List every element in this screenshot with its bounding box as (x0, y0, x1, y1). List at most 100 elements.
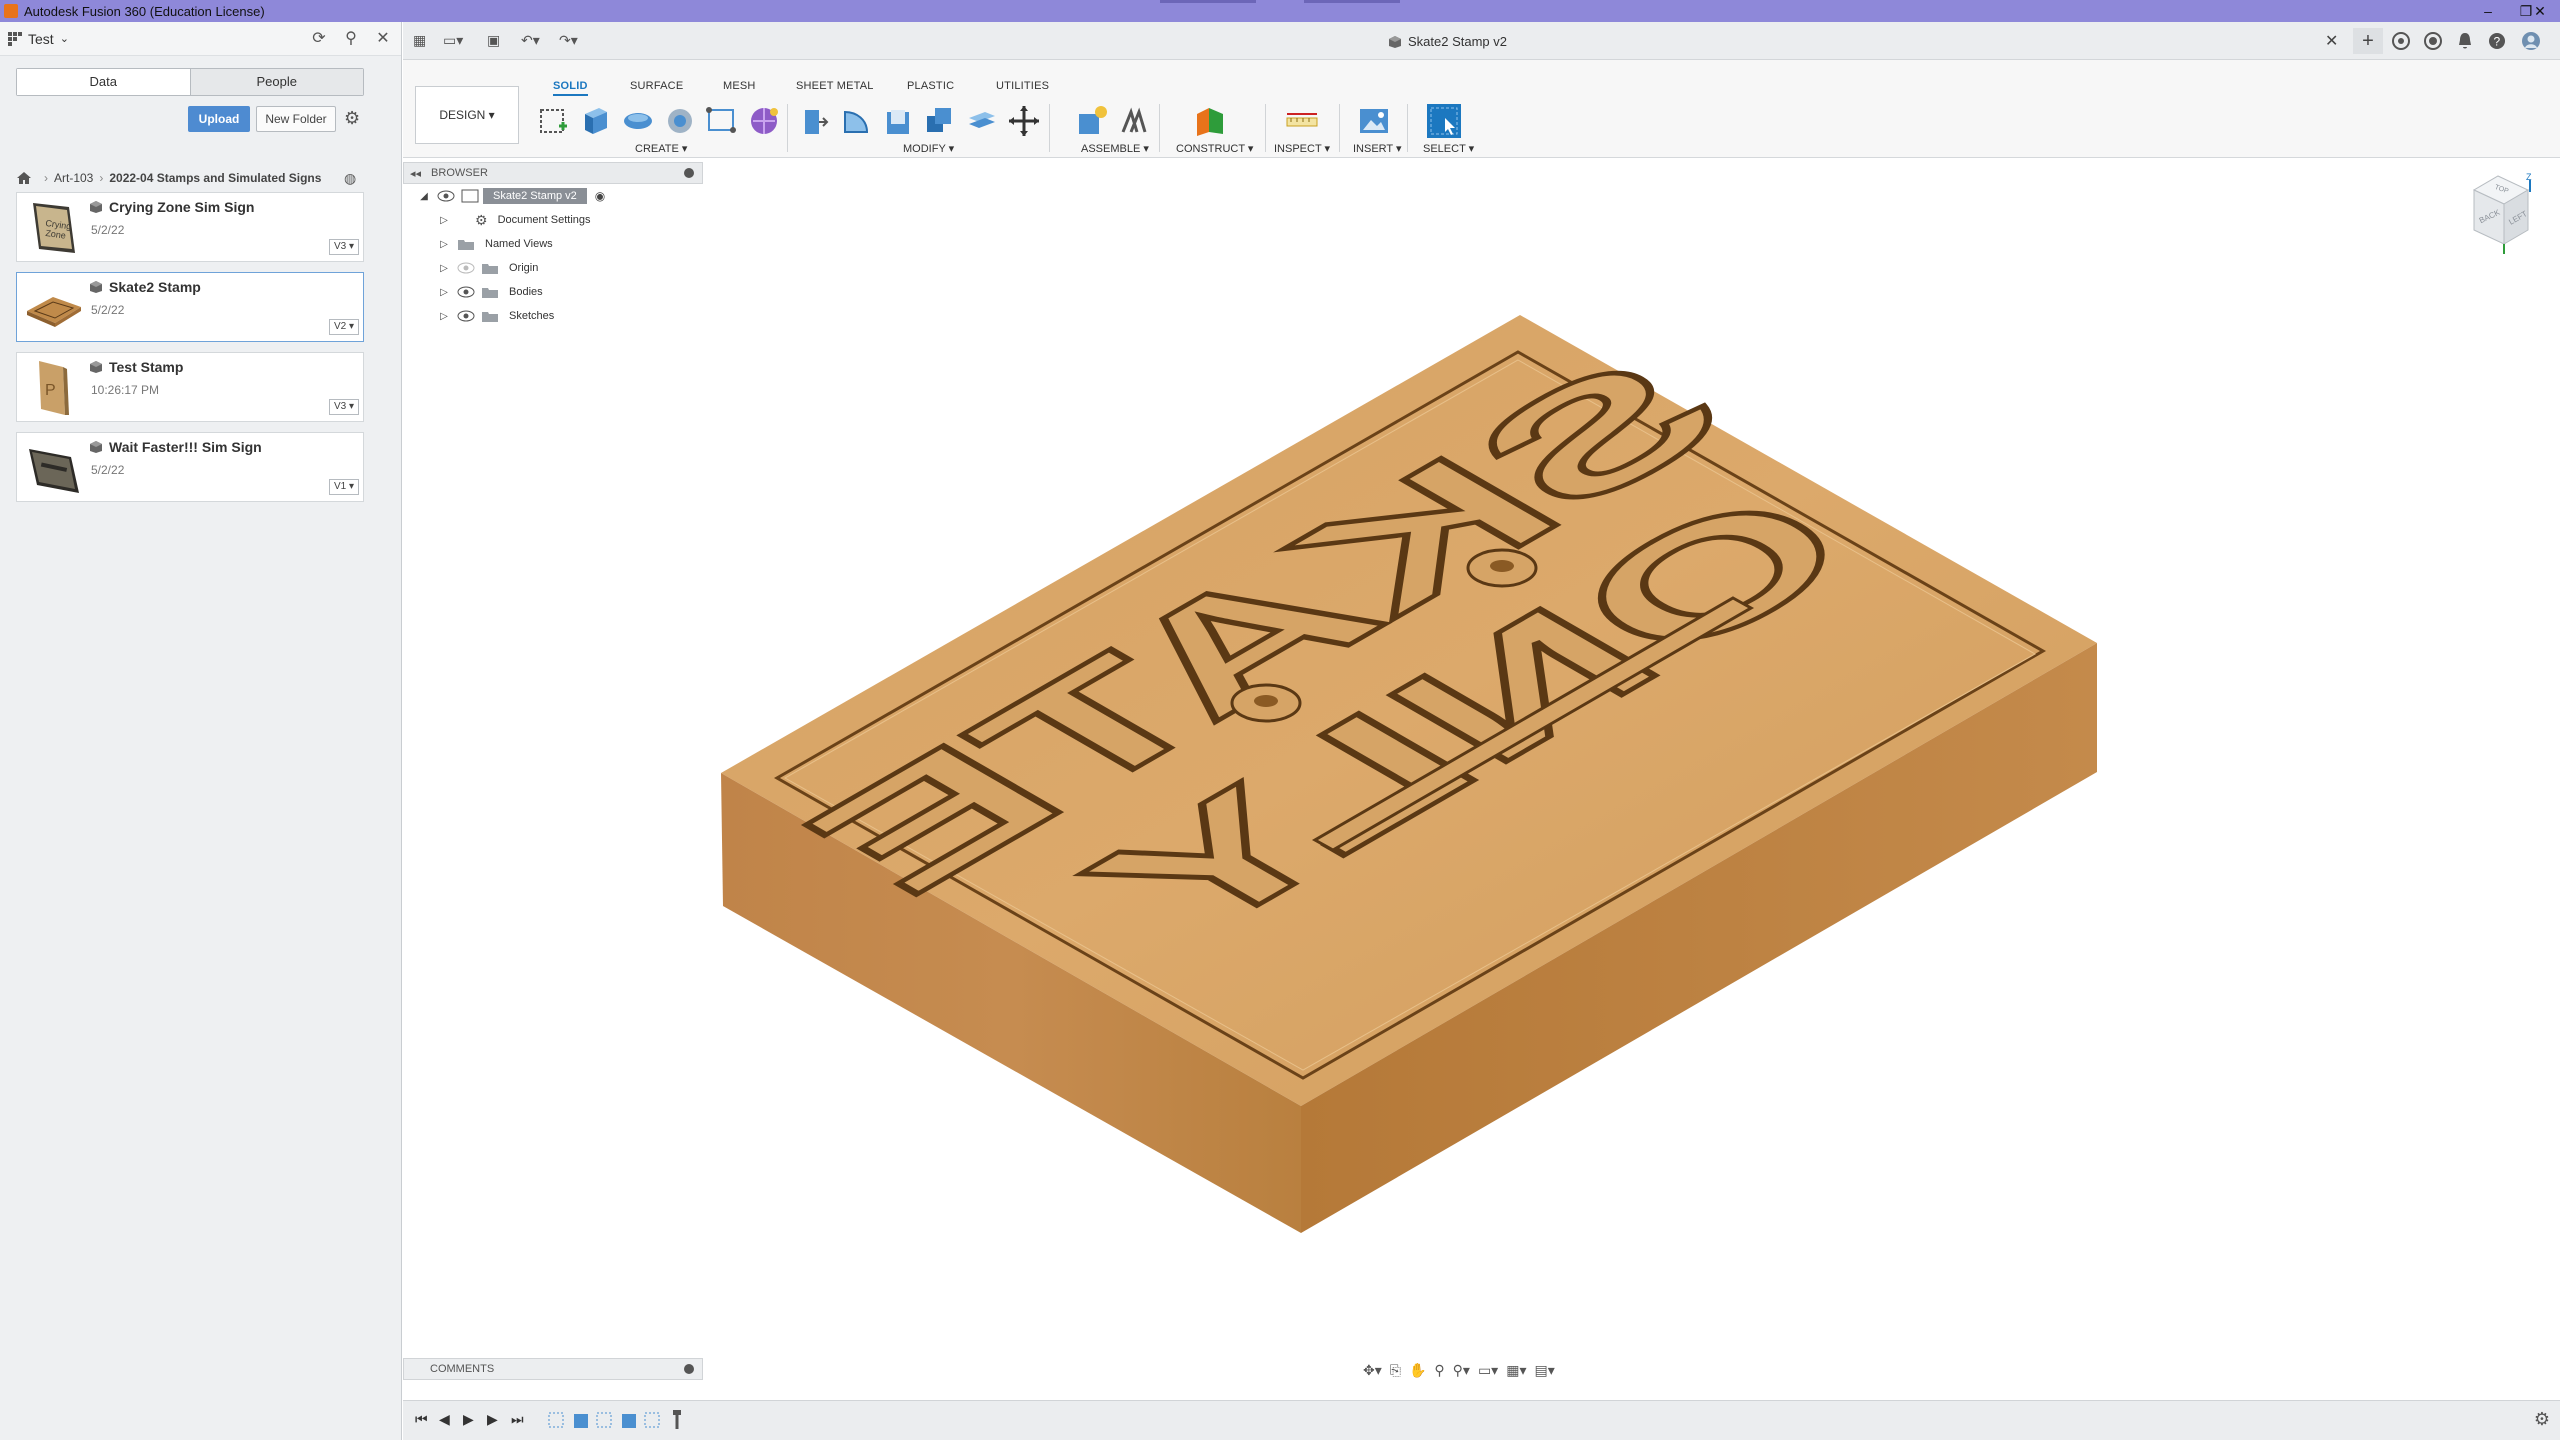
sketch-feature-icon[interactable] (547, 1409, 567, 1431)
visibility-eye-hidden-icon[interactable] (457, 262, 475, 274)
help-icon[interactable]: ? (2487, 31, 2507, 51)
collapse-panel-icon[interactable]: ◂◂ (410, 167, 421, 180)
press-pull-icon[interactable] (797, 104, 831, 138)
pan-hand-icon[interactable]: ✋ (1409, 1362, 1426, 1379)
browser-item[interactable]: ▷ Origin (403, 256, 703, 280)
browser-header[interactable]: ◂◂ BROWSER (403, 162, 703, 184)
browser-item[interactable]: ▷ ⚙ Document Settings (403, 208, 703, 232)
refresh-icon[interactable]: ⟳ (310, 30, 328, 48)
extrude-feature-icon[interactable] (571, 1409, 591, 1431)
new-folder-button[interactable]: New Folder (256, 106, 336, 132)
user-avatar[interactable] (2521, 31, 2541, 51)
browser-item[interactable]: ▷ Named Views (403, 232, 703, 256)
select-menu[interactable]: SELECT ▾ (1423, 142, 1474, 155)
move-copy-icon[interactable] (1007, 104, 1041, 138)
fillet-icon[interactable] (839, 104, 873, 138)
version-dropdown[interactable]: V3 ▾ (329, 239, 359, 255)
upload-button[interactable]: Upload (188, 106, 250, 132)
tab-mesh[interactable]: MESH (723, 80, 756, 92)
go-to-start-icon[interactable]: ⏮ (415, 1411, 428, 1428)
visibility-eye-icon[interactable] (457, 310, 475, 322)
apps-grid-icon[interactable] (8, 31, 22, 46)
activate-radio-icon[interactable]: ◉ (595, 189, 605, 203)
offset-plane-icon[interactable] (1193, 104, 1227, 138)
tab-data[interactable]: Data (17, 69, 190, 95)
file-card[interactable]: Wait Faster!!! Sim Sign 5/2/22 V1 ▾ (16, 432, 364, 502)
file-card-selected[interactable]: Skate2 Stamp 5/2/22 V2 ▾ (16, 272, 364, 342)
pin-icon[interactable] (684, 168, 694, 178)
workspace-selector[interactable]: DESIGN ▾ (415, 86, 519, 144)
step-forward-icon[interactable]: ▶ (487, 1411, 498, 1428)
insert-image-icon[interactable] (1357, 104, 1391, 138)
new-component-icon[interactable] (1075, 104, 1109, 138)
apps-grid-icon[interactable]: ▦ (413, 32, 426, 50)
timeline-settings-gear-icon[interactable]: ⚙ (2534, 1409, 2550, 1430)
loft-icon[interactable] (705, 104, 739, 138)
display-settings-icon[interactable]: ▭▾ (1478, 1362, 1498, 1379)
browser-root[interactable]: ◢ Skate2 Stamp v2 ◉ (403, 184, 703, 208)
expand-triangle-icon[interactable]: ▷ (437, 287, 451, 298)
notifications-bell-icon[interactable] (2455, 31, 2475, 51)
look-at-icon[interactable]: ⎘ (1390, 1362, 1401, 1379)
job-status-icon[interactable] (2423, 31, 2443, 51)
orbit-icon[interactable]: ✥▾ (1363, 1362, 1382, 1379)
model-canvas[interactable]: SKATE ONLY (403, 158, 2560, 1396)
globe-icon[interactable]: ◍ (344, 170, 356, 187)
joint-icon[interactable] (1117, 104, 1151, 138)
redo-icon[interactable]: ↷▾ (559, 32, 578, 50)
offset-face-icon[interactable] (965, 104, 999, 138)
expand-triangle-icon[interactable]: ▷ (437, 239, 451, 250)
version-dropdown[interactable]: V3 ▾ (329, 399, 359, 415)
chevron-down-icon[interactable]: ⌄ (60, 32, 69, 45)
play-icon[interactable]: ▶ (463, 1411, 474, 1428)
tab-surface[interactable]: SURFACE (630, 80, 683, 92)
fit-zoom-icon[interactable]: ⚲▾ (1453, 1362, 1470, 1379)
pin-icon[interactable] (684, 1364, 694, 1374)
undo-icon[interactable]: ↶▾ (521, 32, 540, 50)
shell-icon[interactable] (881, 104, 915, 138)
document-tab[interactable]: Skate2 Stamp v2 (1388, 28, 1507, 56)
comments-panel[interactable]: COMMENTS (403, 1358, 703, 1380)
search-icon[interactable]: ⚲ (342, 30, 360, 48)
browser-item[interactable]: ▷ Sketches (403, 304, 703, 328)
select-icon[interactable] (1427, 104, 1461, 138)
file-card[interactable]: Crying Zone Crying Zone Sim Sign 5/2/22 … (16, 192, 364, 262)
sketch-feature-icon[interactable] (643, 1409, 663, 1431)
tab-people[interactable]: People (189, 69, 363, 95)
collapse-triangle-icon[interactable]: ◢ (417, 191, 431, 202)
breadcrumb-item[interactable]: Art-103 (54, 171, 93, 185)
extrude-feature-icon[interactable] (619, 1409, 639, 1431)
measure-icon[interactable] (1285, 104, 1319, 138)
viewports-icon[interactable]: ▤▾ (1534, 1362, 1554, 1379)
modify-menu[interactable]: MODIFY ▾ (903, 142, 954, 155)
home-icon[interactable] (16, 171, 32, 185)
sweep-icon[interactable] (663, 104, 697, 138)
file-card[interactable]: P Test Stamp 10:26:17 PM V3 ▾ (16, 352, 364, 422)
version-dropdown[interactable]: V2 ▾ (329, 319, 359, 335)
inspect-menu[interactable]: INSPECT ▾ (1274, 142, 1330, 155)
construct-menu[interactable]: CONSTRUCT ▾ (1176, 142, 1253, 155)
assemble-menu[interactable]: ASSEMBLE ▾ (1081, 142, 1149, 155)
3d-viewport[interactable]: SKATE ONLY Z BACK LEFT TOP (403, 158, 2560, 1396)
visibility-eye-icon[interactable] (457, 286, 475, 298)
tab-utilities[interactable]: UTILITIES (996, 80, 1049, 92)
settings-gear-icon[interactable]: ⚙ (344, 108, 360, 129)
go-to-end-icon[interactable]: ⏭ (511, 1411, 524, 1428)
timeline-marker-icon[interactable] (667, 1409, 687, 1431)
form-icon[interactable] (747, 104, 781, 138)
browser-item[interactable]: ▷ Bodies (403, 280, 703, 304)
insert-menu[interactable]: INSERT ▾ (1353, 142, 1402, 155)
root-component-label[interactable]: Skate2 Stamp v2 (483, 188, 587, 204)
visibility-eye-icon[interactable] (437, 190, 455, 202)
tab-sheet-metal[interactable]: SHEET METAL (796, 80, 874, 92)
revolve-icon[interactable] (621, 104, 655, 138)
extrude-icon[interactable] (579, 104, 613, 138)
combine-icon[interactable] (923, 104, 957, 138)
new-tab-button[interactable]: + (2353, 28, 2383, 54)
close-window-button[interactable]: ✕ (2520, 0, 2560, 22)
extensions-icon[interactable] (2391, 31, 2411, 51)
close-icon[interactable]: ✕ (374, 30, 392, 48)
save-icon[interactable]: ▣ (487, 32, 500, 50)
zoom-icon[interactable]: ⚲ (1434, 1362, 1444, 1379)
file-menu-icon[interactable]: ▭▾ (443, 32, 463, 50)
